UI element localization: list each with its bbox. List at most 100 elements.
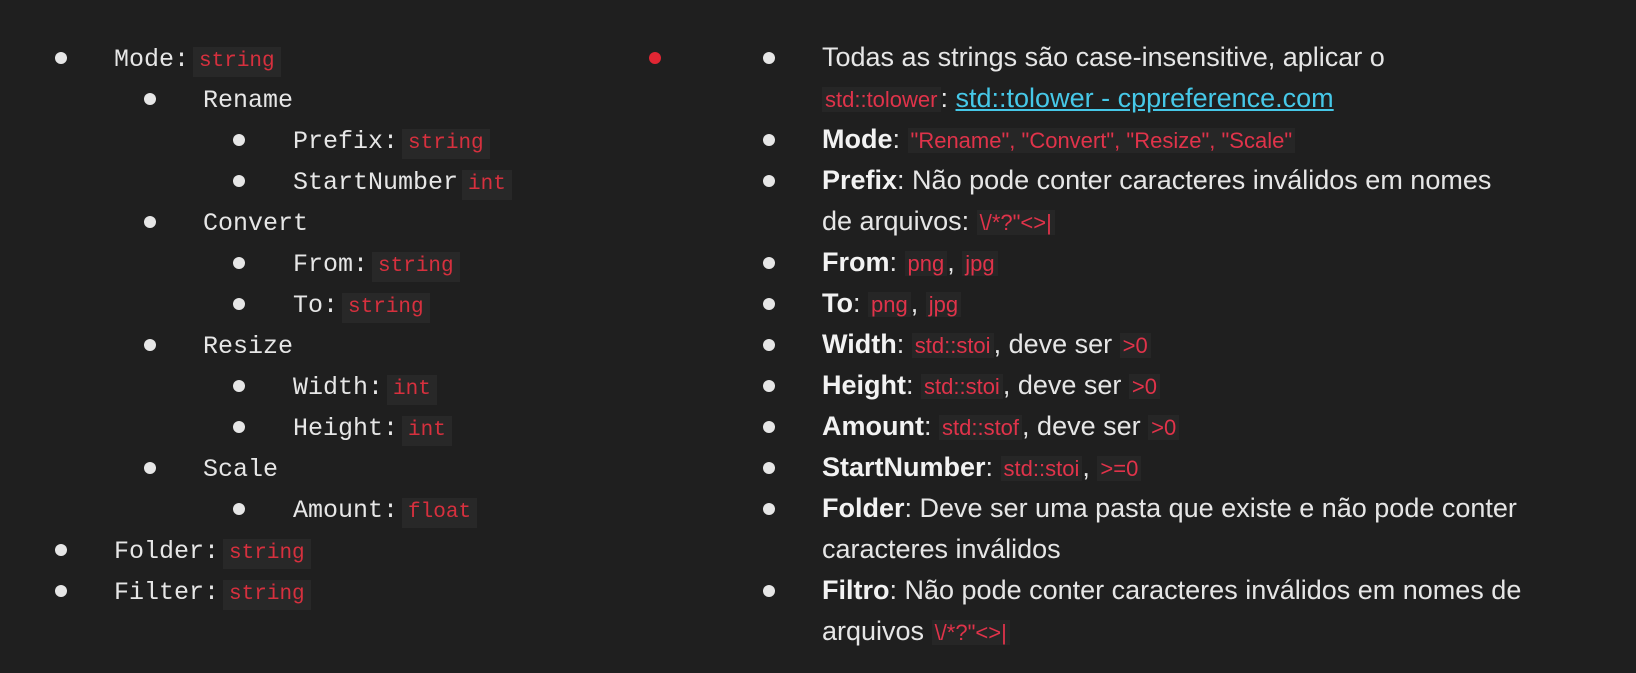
left-item-scale: Scale — [203, 449, 278, 490]
rule-key: Width — [822, 329, 897, 359]
field-name: To: — [293, 291, 339, 320]
field-type: string — [372, 252, 460, 283]
code-token: >0 — [1128, 374, 1160, 399]
left-item-resize: Resize — [203, 326, 293, 367]
code-token: std::stoi — [921, 374, 1003, 399]
rule-from: From: png, jpg — [822, 242, 998, 283]
field-name: From: — [293, 250, 369, 279]
rule-prefix-line1: Prefix: Não pode conter caracteres invál… — [822, 160, 1491, 201]
bullet-prefix — [233, 134, 245, 146]
bullet-resize — [144, 339, 156, 351]
field-name: Scale — [203, 455, 279, 484]
bullet-rule-mode — [763, 134, 775, 146]
left-item-prefix: Prefix: string — [293, 121, 490, 162]
bullet-height — [233, 421, 245, 433]
code-token: std::stoi — [911, 333, 994, 358]
code-token: >=0 — [1097, 456, 1142, 481]
rule-text: , deve ser — [1002, 370, 1129, 400]
rule-prefix-line2: de arquivos: \/*?"<>| — [822, 201, 1055, 242]
rule-key: Mode — [822, 124, 893, 154]
code-token: jpg — [962, 251, 998, 276]
rule-text: Todas as strings são case-insensitive, a… — [822, 42, 1385, 72]
rule-filtro-line2: arquivos \/*?"<>| — [822, 611, 1010, 652]
rule-key: Height — [822, 370, 906, 400]
field-name: Amount: — [293, 496, 399, 525]
bullet-from — [233, 257, 245, 269]
bullet-folder — [55, 544, 67, 556]
bullet-to — [233, 298, 245, 310]
field-type: string — [223, 580, 311, 611]
rule-height: Height: std::stoi, deve ser >0 — [822, 365, 1160, 406]
left-item-from: From: string — [293, 244, 460, 285]
rule-folder-line1: Folder: Deve ser uma pasta que existe e … — [822, 488, 1517, 529]
rule-text: caracteres inválidos — [822, 534, 1061, 564]
bullet-rename — [144, 93, 156, 105]
code-token: jpg — [925, 292, 962, 317]
left-item-startnumber: StartNumber int — [293, 162, 512, 203]
field-type: string — [223, 539, 311, 570]
field-name: Convert — [203, 209, 309, 238]
bullet-rule-prefix — [763, 175, 775, 187]
left-item-amount: Amount: float — [293, 490, 478, 531]
code-token: >0 — [1119, 333, 1151, 358]
code-token: std::stoi — [1000, 456, 1083, 481]
left-item-to: To: string — [293, 285, 430, 326]
code-token: \/*?"<>| — [976, 210, 1055, 235]
code-token: png — [868, 292, 911, 317]
field-type: float — [402, 498, 478, 529]
rule-key: StartNumber — [822, 452, 986, 482]
red-marker-dot — [649, 52, 661, 64]
rule-text: de arquivos: — [822, 206, 977, 236]
rule-key: From — [822, 247, 890, 277]
field-type: string — [193, 47, 281, 78]
rule-text: arquivos — [822, 616, 932, 646]
left-item-folder: Folder: string — [114, 531, 311, 572]
field-name: Rename — [203, 86, 294, 115]
rule-key: Filtro — [822, 575, 890, 605]
bullet-width — [233, 380, 245, 392]
code-token: \/*?"<>| — [931, 620, 1010, 645]
cppreference-link[interactable]: std::tolower - cppreference.com — [956, 83, 1334, 113]
field-type: int — [402, 416, 452, 447]
left-item-height: Height: int — [293, 408, 452, 449]
rule-folder-line2: caracteres inválidos — [822, 529, 1061, 570]
bullet-rule-height — [763, 380, 775, 392]
code-token: std::stof — [939, 415, 1023, 440]
rule-to: To: png, jpg — [822, 283, 962, 324]
field-name: Resize — [203, 332, 294, 361]
bullet-rule-from — [763, 257, 775, 269]
field-name: Filter: — [114, 578, 220, 607]
bullet-rule-to — [763, 298, 775, 310]
field-type: string — [402, 129, 490, 160]
field-name: Height: — [293, 414, 399, 443]
bullet-amount — [233, 503, 245, 515]
field-type: int — [462, 170, 512, 201]
field-name: Mode: — [114, 45, 190, 74]
bullet-mode — [55, 52, 67, 64]
rule-key: Folder — [822, 493, 905, 523]
left-item-convert: Convert — [203, 203, 308, 244]
field-type: string — [342, 293, 430, 324]
rule-text: : Não pode conter caracteres inválidos e… — [897, 165, 1492, 195]
rule-key: To — [822, 288, 853, 318]
rule-text: , deve ser — [1022, 411, 1149, 441]
rule-text: : Deve ser uma pasta que existe e não po… — [904, 493, 1517, 523]
code-token: >0 — [1148, 415, 1180, 440]
left-item-filter: Filter: string — [114, 572, 311, 613]
field-name: Prefix: — [293, 127, 399, 156]
bullet-strings — [763, 52, 775, 64]
rule-mode: Mode: "Rename", "Convert", "Resize", "Sc… — [822, 119, 1296, 160]
field-type: int — [387, 375, 437, 406]
bullet-rule-amount — [763, 421, 775, 433]
rule-strings-line2: std::tolower: std::tolower - cppreferenc… — [822, 78, 1334, 119]
code-token: std::tolower — [822, 87, 941, 112]
field-name: Width: — [293, 373, 384, 402]
bullet-filter — [55, 585, 67, 597]
left-item-width: Width: int — [293, 367, 437, 408]
bullet-rule-width — [763, 339, 775, 351]
rule-text: : — [940, 83, 956, 113]
bullet-scale — [144, 462, 156, 474]
rule-text: , deve ser — [993, 329, 1120, 359]
left-item-mode: Mode: string — [114, 39, 281, 80]
rule-key: Prefix — [822, 165, 898, 195]
